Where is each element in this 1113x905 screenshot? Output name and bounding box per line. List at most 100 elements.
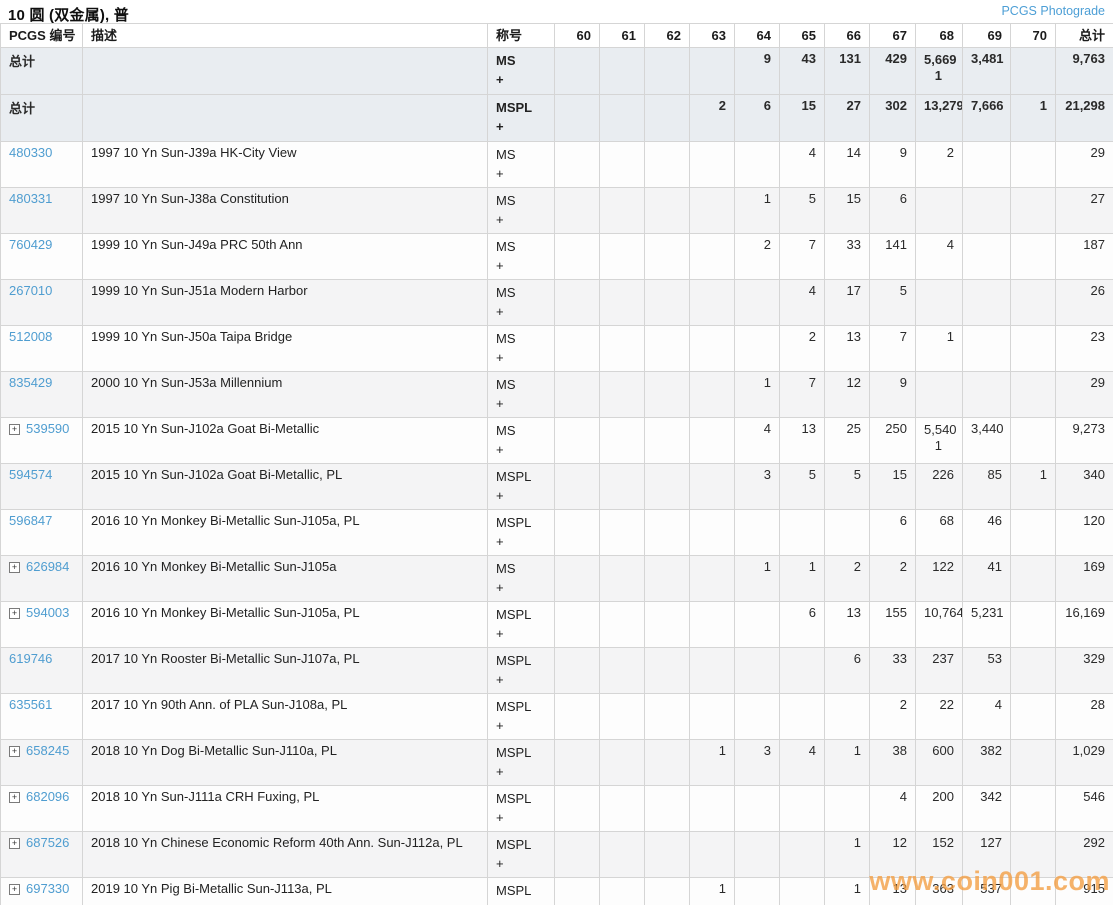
designation-line: + [496, 486, 546, 505]
grade-cell-66: 131 [825, 48, 870, 95]
grade-cell-68: 1 [916, 326, 963, 372]
grade-cell-63 [690, 280, 735, 326]
pcgs-number-cell: +687526 [1, 832, 83, 878]
grade-cell-66: 33 [825, 234, 870, 280]
page-header: 10 圆 (双金属), 普 PCGS Photograde [0, 0, 1113, 23]
pcgs-number-link[interactable]: 682096 [26, 789, 69, 804]
pcgs-number-link[interactable]: 687526 [26, 835, 69, 850]
pcgs-number-link[interactable]: 539590 [26, 421, 69, 436]
designation-line: + [496, 762, 546, 781]
grade-cell-62 [645, 464, 690, 510]
grade-cell-63 [690, 326, 735, 372]
pcgs-number-link[interactable]: 512008 [9, 329, 52, 344]
grade-cell-66: 13 [825, 602, 870, 648]
grade-cell-61 [600, 556, 645, 602]
pcgs-number-link[interactable]: 480330 [9, 145, 52, 160]
grade-cell-65: 7 [780, 234, 825, 280]
pcgs-number-link[interactable]: 594003 [26, 605, 69, 620]
pcgs-number-link[interactable]: 760429 [9, 237, 52, 252]
expand-icon[interactable]: + [9, 562, 20, 573]
pcgs-photograde-link[interactable]: PCGS Photograde [1001, 4, 1105, 18]
expand-icon[interactable]: + [9, 792, 20, 803]
grade-cell-61 [600, 694, 645, 740]
grade-cell-67: 141 [870, 234, 916, 280]
table-row: 2670101999 10 Yn Sun-J51a Modern HarborM… [1, 280, 1113, 326]
grade-cell-68: 13,279 [916, 95, 963, 142]
designation-cell: MSPL+ [488, 878, 555, 905]
pcgs-number-link[interactable]: 480331 [9, 191, 52, 206]
grade-cell-61 [600, 234, 645, 280]
grade-cell-60 [555, 234, 600, 280]
total-cell: 329 [1056, 648, 1113, 694]
pcgs-number-cell: 635561 [1, 694, 83, 740]
pcgs-number-link[interactable]: 267010 [9, 283, 52, 298]
grade-cell-61 [600, 786, 645, 832]
grade-cell-63 [690, 188, 735, 234]
expand-icon[interactable]: + [9, 884, 20, 895]
grade-cell-61 [600, 510, 645, 556]
grade-cell-67: 429 [870, 48, 916, 95]
grade-cell-60 [555, 372, 600, 418]
table-row: 5120081999 10 Yn Sun-J50a Taipa BridgeMS… [1, 326, 1113, 372]
grade-cell-66: 1 [825, 740, 870, 786]
expand-icon[interactable]: + [9, 838, 20, 849]
pcgs-number-link[interactable]: 658245 [26, 743, 69, 758]
grade-cell-63 [690, 234, 735, 280]
grade-cell-64: 2 [735, 234, 780, 280]
description-cell: 1997 10 Yn Sun-J39a HK-City View [83, 142, 488, 188]
grade-cell-66: 17 [825, 280, 870, 326]
grade-cell-63: 2 [690, 95, 735, 142]
grade-cell-65 [780, 878, 825, 905]
designation-line: MSPL [496, 98, 546, 117]
grade-cell-70 [1011, 188, 1056, 234]
pcgs-number-link[interactable]: 635561 [9, 697, 52, 712]
grade-cell-62 [645, 832, 690, 878]
designation-line: MSPL [496, 789, 546, 808]
description-cell [83, 95, 488, 142]
column-header-67: 67 [870, 24, 916, 48]
pcgs-number-link[interactable]: 835429 [9, 375, 52, 390]
grade-cell-67: 12 [870, 832, 916, 878]
grade-cell-65: 4 [780, 740, 825, 786]
grade-cell-70 [1011, 694, 1056, 740]
description-cell: 2016 10 Yn Monkey Bi-Metallic Sun-J105a [83, 556, 488, 602]
grade-cell-62 [645, 740, 690, 786]
grade-cell-70 [1011, 786, 1056, 832]
total-cell: 1,029 [1056, 740, 1113, 786]
grade-cell-68 [916, 280, 963, 326]
designation-line: MS [496, 145, 546, 164]
grade-cell-67: 13 [870, 878, 916, 905]
total-cell: 29 [1056, 372, 1113, 418]
pcgs-number-link[interactable]: 594574 [9, 467, 52, 482]
summary-label: 总计 [9, 54, 35, 69]
grade-cell-66 [825, 510, 870, 556]
expand-icon[interactable]: + [9, 746, 20, 757]
grade-cell-69: 41 [963, 556, 1011, 602]
pcgs-number-link[interactable]: 626984 [26, 559, 69, 574]
designation-cell: MS+ [488, 48, 555, 95]
column-header-总计: 总计 [1056, 24, 1113, 48]
grade-cell-62 [645, 326, 690, 372]
column-header-63: 63 [690, 24, 735, 48]
grade-cell-66: 2 [825, 556, 870, 602]
designation-line: + [496, 348, 546, 367]
total-cell: 340 [1056, 464, 1113, 510]
total-cell: 16,169 [1056, 602, 1113, 648]
pcgs-number-link[interactable]: 619746 [9, 651, 52, 666]
grade-cell-60 [555, 280, 600, 326]
description-cell: 2015 10 Yn Sun-J102a Goat Bi-Metallic, P… [83, 464, 488, 510]
expand-icon[interactable]: + [9, 424, 20, 435]
pcgs-number-link[interactable]: 596847 [9, 513, 52, 528]
column-header-description: 描述 [83, 24, 488, 48]
grade-cell-63 [690, 648, 735, 694]
designation-line: MS [496, 559, 546, 578]
pcgs-number-link[interactable]: 697330 [26, 881, 69, 896]
table-row: 8354292000 10 Yn Sun-J53a MillenniumMS+1… [1, 372, 1113, 418]
grade-cell-69: 4 [963, 694, 1011, 740]
grade-cell-60 [555, 48, 600, 95]
description-cell: 1999 10 Yn Sun-J50a Taipa Bridge [83, 326, 488, 372]
grade-cell-68: 2 [916, 142, 963, 188]
pcgs-number-cell: +539590 [1, 418, 83, 464]
pcgs-number-cell: 835429 [1, 372, 83, 418]
expand-icon[interactable]: + [9, 608, 20, 619]
